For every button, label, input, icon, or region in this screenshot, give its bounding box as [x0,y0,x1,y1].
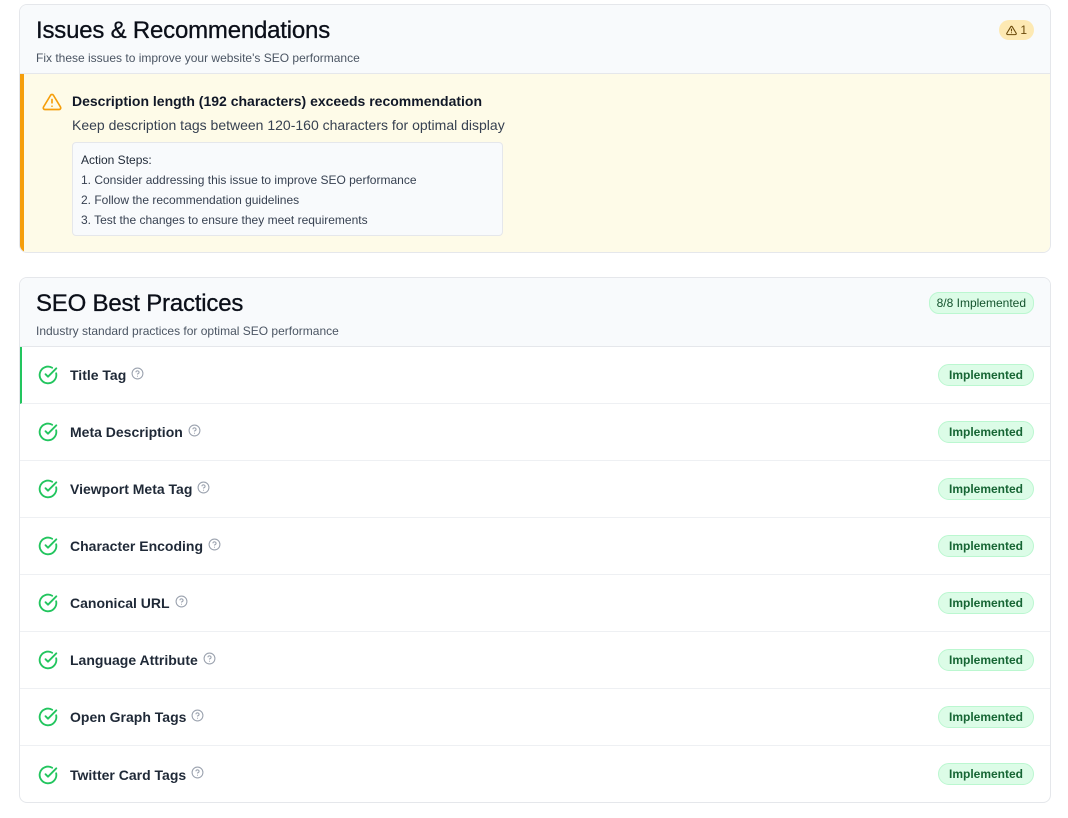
issues-header: Issues & Recommendations Fix these issue… [20,5,1050,74]
practice-label: Meta Description [70,424,183,440]
status-badge: Implemented [937,649,1034,671]
status-badge: Implemented [937,535,1034,557]
action-step: 2. Follow the recommendation guidelines [81,193,300,207]
action-steps: Action Steps: 1. Consider addressing thi… [72,142,503,236]
action-step: 1. Consider addressing this issue to imp… [81,173,417,187]
issues-count: 1 [1020,23,1027,37]
practice-label: Viewport Meta Tag [70,481,193,497]
check-circle-icon [38,765,58,784]
practice-row[interactable]: Title Tag Implemented [20,347,1050,404]
help-circle-icon[interactable] [175,595,188,608]
issue-title: Description length (192 characters) exce… [72,93,483,109]
status-badge: Implemented [937,763,1034,785]
check-circle-icon [38,365,58,385]
practice-row[interactable]: Canonical URL Implemented [20,575,1050,632]
status-badge: Implemented [937,364,1034,386]
action-step: 3. Test the changes to ensure they meet … [81,213,368,227]
issue-description: Keep description tags between 120-160 ch… [72,117,505,133]
help-circle-icon[interactable] [203,652,216,665]
issues-title: Issues & Recommendations [36,17,331,44]
issues-card: Issues & Recommendations Fix these issue… [19,4,1051,253]
warning-triangle-icon [1006,25,1018,35]
help-circle-icon[interactable] [191,766,204,779]
status-badge: Implemented [937,592,1034,614]
practice-label: Canonical URL [70,595,170,611]
practice-row[interactable]: Character Encoding Implemented [20,518,1050,575]
check-circle-icon [38,479,58,499]
practice-label: Language Attribute [70,652,198,668]
status-badge: Implemented [937,478,1034,500]
practice-label: Character Encoding [70,538,204,554]
practice-row[interactable]: Viewport Meta Tag Implemented [20,461,1050,518]
status-badge: Implemented [937,706,1034,728]
status-badge: Implemented [937,421,1034,443]
check-circle-icon [38,593,58,613]
help-circle-icon[interactable] [197,481,210,494]
help-circle-icon[interactable] [191,709,204,722]
warning-triangle-icon [42,93,62,111]
practice-label: Open Graph Tags [70,709,187,725]
help-circle-icon[interactable] [188,424,201,437]
best-practices-subtitle: Industry standard practices for optimal … [36,324,339,338]
best-practices-title: SEO Best Practices [36,290,244,317]
check-circle-icon [38,536,58,556]
check-circle-icon [38,422,58,442]
issues-count-badge: 1 [999,20,1034,40]
practice-row[interactable]: Twitter Card Tags Implemented [20,746,1050,802]
practice-label: Twitter Card Tags [70,766,187,783]
help-circle-icon[interactable] [131,367,144,380]
best-practices-header: SEO Best Practices Industry standard pra… [20,278,1050,347]
check-circle-icon [38,707,58,727]
practice-row[interactable]: Language Attribute Implemented [20,632,1050,689]
practice-row[interactable]: Meta Description Implemented [20,404,1050,461]
help-circle-icon[interactable] [208,538,221,551]
practice-list: Title Tag Implemented Meta Description Impl… [20,347,1050,802]
issue-item: Description length (192 characters) exce… [20,74,1050,252]
practice-row[interactable]: Open Graph Tags Implemented [20,689,1050,746]
check-circle-icon [38,650,58,670]
action-steps-title: Action Steps: [81,153,152,167]
implemented-count-badge: 8/8 Implemented [928,292,1034,314]
issues-subtitle: Fix these issues to improve your website… [36,51,360,65]
practice-label: Title Tag [70,367,127,383]
best-practices-card: SEO Best Practices Industry standard pra… [19,277,1051,803]
